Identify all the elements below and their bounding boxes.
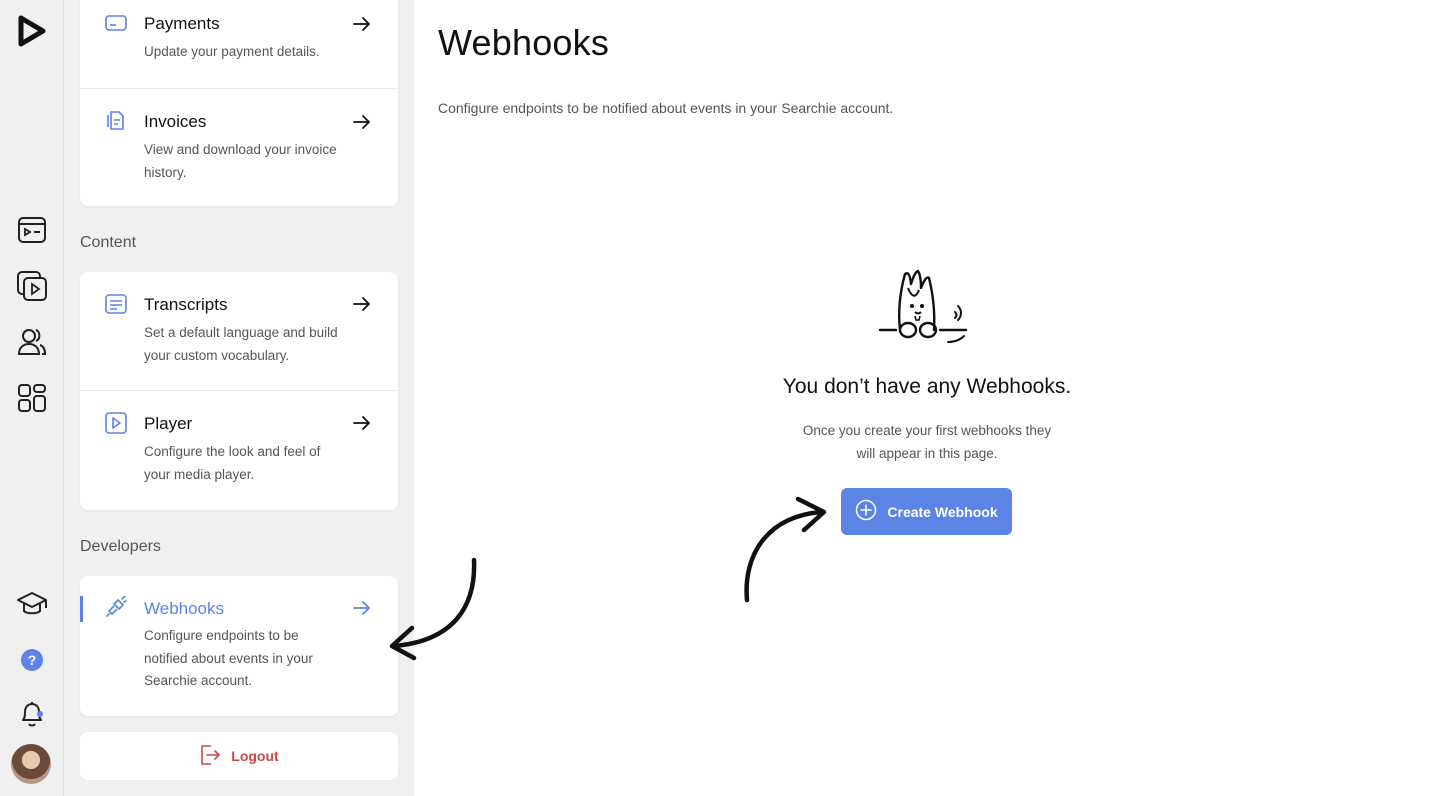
logo-icon[interactable] <box>15 14 49 48</box>
empty-state-description: Once you create your first webhooks they… <box>414 420 1440 465</box>
media-library-icon[interactable] <box>15 269 49 303</box>
settings-panel: Payments Update your payment details. In… <box>64 0 414 796</box>
arrow-right-icon <box>352 296 372 312</box>
plus-circle-icon <box>855 499 877 524</box>
page-title: Webhooks <box>438 22 610 63</box>
developers-card: Webhooks Configure endpoints to be notif… <box>80 576 398 716</box>
create-webhook-label: Create Webhook <box>887 503 998 520</box>
create-webhook-button[interactable]: Create Webhook <box>841 488 1012 535</box>
settings-item-desc: View and download your invoice history. <box>144 142 337 180</box>
settings-item-payments[interactable]: Payments Update your payment details. <box>80 0 398 89</box>
projects-icon[interactable] <box>15 213 49 247</box>
svg-text:?: ? <box>28 652 37 668</box>
settings-item-webhooks[interactable]: Webhooks Configure endpoints to be notif… <box>80 576 398 716</box>
notifications-icon[interactable] <box>15 697 49 731</box>
settings-item-title: Payments <box>144 14 220 33</box>
webhook-icon <box>105 595 127 618</box>
arrow-right-icon <box>352 600 372 616</box>
settings-item-desc: Configure endpoints to be notified about… <box>144 628 313 688</box>
transcript-icon <box>105 293 127 315</box>
logout-icon <box>199 744 221 769</box>
settings-item-title: Webhooks <box>144 599 225 618</box>
billing-card: Payments Update your payment details. In… <box>80 0 398 206</box>
settings-item-player[interactable]: Player Configure the look and feel of yo… <box>80 391 398 510</box>
section-label-content: Content <box>80 234 137 251</box>
annotation-arrow-icon <box>389 557 477 661</box>
help-icon[interactable]: ? <box>15 643 49 677</box>
settings-item-desc: Configure the look and feel of your medi… <box>144 444 321 482</box>
apps-icon[interactable] <box>15 381 49 415</box>
invoice-icon <box>105 109 127 131</box>
settings-item-title: Transcripts <box>144 295 228 314</box>
settings-item-transcripts[interactable]: Transcripts Set a default language and b… <box>80 272 398 391</box>
empty-state-title: You don’t have any Webhooks. <box>782 375 1072 398</box>
player-icon <box>105 412 127 434</box>
active-indicator <box>80 596 83 622</box>
content-card: Transcripts Set a default language and b… <box>80 272 398 510</box>
empty-state-desc-line: will appear in this page. <box>856 445 998 461</box>
annotation-arrow-icon <box>744 496 827 603</box>
arrow-right-icon <box>352 16 372 32</box>
avatar[interactable] <box>11 744 51 784</box>
settings-item-desc: Set a default language and build your cu… <box>144 325 338 363</box>
settings-item-title: Invoices <box>144 112 207 131</box>
arrow-right-icon <box>352 114 372 130</box>
settings-item-invoices[interactable]: Invoices View and download your invoice … <box>80 89 398 206</box>
users-icon[interactable] <box>15 325 49 359</box>
logout-label: Logout <box>231 748 279 764</box>
credit-card-icon <box>105 12 127 34</box>
logout-button[interactable]: Logout <box>80 732 398 780</box>
settings-item-title: Player <box>144 414 193 433</box>
arrow-right-icon <box>352 415 372 431</box>
settings-item-desc: Update your payment details. <box>144 44 320 59</box>
section-label-developers: Developers <box>80 538 161 555</box>
academy-icon[interactable] <box>15 587 49 621</box>
icon-rail: ? <box>0 0 64 796</box>
empty-state-desc-line: Once you create your first webhooks they <box>802 423 1052 438</box>
empty-state-illustration-icon <box>878 268 970 346</box>
page-subtitle: Configure endpoints to be notified about… <box>438 100 894 116</box>
